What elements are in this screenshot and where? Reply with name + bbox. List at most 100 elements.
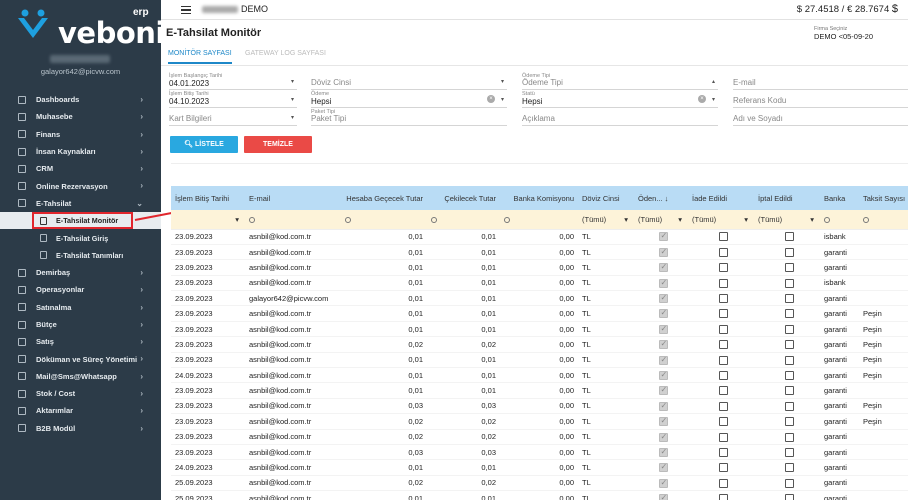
cancelled-checkbox-cell[interactable] <box>754 321 820 338</box>
col-header[interactable]: Taksit Sayısı <box>859 186 908 210</box>
checkbox-icon[interactable] <box>784 432 794 442</box>
cancelled-checkbox-cell[interactable] <box>754 290 820 307</box>
filter-cell[interactable]: (Tümü) ▾ <box>754 210 820 230</box>
table-row[interactable]: 23.09.2023 asnbil@kod.com.tr 0,03 0,03 0,00 T… <box>171 398 908 415</box>
paid-checkbox-cell[interactable] <box>634 259 688 276</box>
status-select[interactable]: Statü Hepsi × ▾ <box>522 91 718 108</box>
checkbox-icon[interactable] <box>784 463 794 473</box>
col-header[interactable]: İşlem Bitiş Tarihi <box>171 186 245 210</box>
start-date-field[interactable]: İşlem Başlangıç Tarihi 04.01.2023 ▾ <box>169 73 297 90</box>
filter-cell[interactable]: ▾ <box>171 210 245 230</box>
table-row[interactable]: 23.09.2023 asnbil@kod.com.tr 0,01 0,01 0,00 T… <box>171 382 908 399</box>
paid-checkbox-cell[interactable] <box>634 367 688 384</box>
refunded-checkbox-cell[interactable] <box>688 321 754 338</box>
checkbox-icon[interactable] <box>784 263 794 273</box>
paid-checkbox-cell[interactable] <box>634 398 688 415</box>
checkbox-icon[interactable] <box>718 463 728 473</box>
dollar-icon[interactable]: $ <box>892 3 898 15</box>
end-date-field[interactable]: İşlem Bitiş Tarihi 04.10.2023 ▾ <box>169 91 297 108</box>
refunded-checkbox-cell[interactable] <box>688 367 754 384</box>
sidebar-item[interactable]: İnsan Kaynakları › <box>0 143 161 160</box>
checkbox-icon[interactable] <box>718 386 728 396</box>
filter-cell[interactable] <box>427 210 500 230</box>
clear-icon[interactable]: × <box>487 95 495 103</box>
col-header[interactable]: İptal Edildi <box>754 186 820 210</box>
tab-gateway-log[interactable]: GATEWAY LOG SAYFASI <box>245 50 326 57</box>
email-input[interactable]: E-mail <box>733 73 908 90</box>
cancelled-checkbox-cell[interactable] <box>754 229 820 245</box>
table-row[interactable]: 23.09.2023 asnbil@kod.com.tr 0,01 0,01 0,00 T… <box>171 321 908 338</box>
checkbox-icon[interactable] <box>784 294 794 304</box>
checkbox-icon[interactable] <box>784 494 794 500</box>
col-header[interactable]: Döviz Cinsi <box>578 186 634 210</box>
checked-checkbox-icon[interactable] <box>658 432 668 442</box>
sidebar-item[interactable]: Dashboards › <box>0 91 161 108</box>
checkbox-icon[interactable] <box>784 401 794 411</box>
sidebar-item[interactable]: CRM › <box>0 160 161 177</box>
paid-checkbox-cell[interactable] <box>634 475 688 492</box>
checkbox-icon[interactable] <box>784 278 794 288</box>
checkbox-icon[interactable] <box>784 478 794 488</box>
paid-checkbox-cell[interactable] <box>634 244 688 261</box>
filter-cell[interactable] <box>500 210 578 230</box>
cancelled-checkbox-cell[interactable] <box>754 244 820 261</box>
checkbox-icon[interactable] <box>784 232 794 242</box>
table-row[interactable]: 23.09.2023 asnbil@kod.com.tr 0,02 0,02 0,00 T… <box>171 336 908 353</box>
col-header[interactable]: Öden... ↓ <box>634 186 688 210</box>
paid-checkbox-cell[interactable] <box>634 413 688 430</box>
sidebar-item[interactable]: Aktarımlar › <box>0 402 161 419</box>
table-row[interactable]: 25.09.2023 asnbil@kod.com.tr 0,02 0,02 0,00 T… <box>171 475 908 492</box>
paid-checkbox-cell[interactable] <box>634 336 688 353</box>
checkbox-icon[interactable] <box>784 417 794 427</box>
checkbox-icon[interactable] <box>718 478 728 488</box>
table-row[interactable]: 23.09.2023 asnbil@kod.com.tr 0,02 0,02 0,00 T… <box>171 413 908 430</box>
cancelled-checkbox-cell[interactable] <box>754 490 820 500</box>
cancelled-checkbox-cell[interactable] <box>754 352 820 369</box>
checkbox-icon[interactable] <box>718 432 728 442</box>
cancelled-checkbox-cell[interactable] <box>754 259 820 276</box>
refunded-checkbox-cell[interactable] <box>688 290 754 307</box>
table-row[interactable]: 23.09.2023 asnbil@kod.com.tr 0,01 0,01 0,00 T… <box>171 275 908 292</box>
table-row[interactable]: 23.09.2023 asnbil@kod.com.tr 0,01 0,01 0,00 T… <box>171 229 908 245</box>
checked-checkbox-icon[interactable] <box>658 462 668 473</box>
checkbox-icon[interactable] <box>718 494 728 500</box>
checked-checkbox-icon[interactable] <box>658 262 668 273</box>
paid-checkbox-cell[interactable] <box>634 429 688 445</box>
checkbox-icon[interactable] <box>718 447 728 457</box>
reference-code-input[interactable]: Referans Kodu <box>733 91 908 108</box>
sidebar-item[interactable]: Online Rezervasyon › <box>0 177 161 194</box>
checkbox-icon[interactable] <box>784 370 794 380</box>
tab-monitor[interactable]: MONİTÖR SAYFASI <box>168 50 232 64</box>
paid-checkbox-cell[interactable] <box>634 305 688 322</box>
sidebar-item[interactable]: Stok / Cost › <box>0 385 161 402</box>
table-row[interactable]: 23.09.2023 galayor642@picvw.com 0,01 0,01 0,… <box>171 290 908 307</box>
hamburger-menu-icon[interactable] <box>181 6 191 14</box>
table-row[interactable]: 23.09.2023 asnbil@kod.com.tr 0,02 0,02 0,00 T… <box>171 429 908 445</box>
checkbox-icon[interactable] <box>718 324 728 334</box>
cancelled-checkbox-cell[interactable] <box>754 305 820 322</box>
checkbox-icon[interactable] <box>784 324 794 334</box>
veboni-logo[interactable]: veboni erp <box>16 6 165 50</box>
table-row[interactable]: 23.09.2023 asnbil@kod.com.tr 0,03 0,03 0,00 T… <box>171 444 908 461</box>
col-header[interactable]: Hesaba Geçecek Tutar <box>341 186 427 210</box>
table-row[interactable]: 24.09.2023 asnbil@kod.com.tr 0,01 0,01 0,00 T… <box>171 367 908 384</box>
refunded-checkbox-cell[interactable] <box>688 229 754 245</box>
filter-cell[interactable]: (Tümü) ▾ <box>688 210 754 230</box>
sidebar-item[interactable]: Operasyonlar › <box>0 281 161 298</box>
col-header[interactable]: İade Edildi <box>688 186 754 210</box>
checked-checkbox-icon[interactable] <box>658 385 668 396</box>
checked-checkbox-icon[interactable] <box>658 247 668 257</box>
filter-cell[interactable] <box>820 210 859 230</box>
refunded-checkbox-cell[interactable] <box>688 336 754 353</box>
table-row[interactable]: 24.09.2023 asnbil@kod.com.tr 0,01 0,01 0,00 T… <box>171 459 908 476</box>
description-input[interactable]: Açıklama <box>522 109 718 126</box>
table-row[interactable]: 23.09.2023 asnbil@kod.com.tr 0,01 0,01 0,00 T… <box>171 259 908 276</box>
cancelled-checkbox-cell[interactable] <box>754 444 820 461</box>
filter-cell[interactable]: (Tümü) ▾ <box>578 210 634 230</box>
sidebar-item[interactable]: Satış › <box>0 333 161 350</box>
refunded-checkbox-cell[interactable] <box>688 490 754 500</box>
checkbox-icon[interactable] <box>718 417 728 427</box>
refunded-checkbox-cell[interactable] <box>688 398 754 415</box>
sidebar-item[interactable]: Demirbaş › <box>0 264 161 281</box>
checked-checkbox-icon[interactable] <box>658 308 668 319</box>
